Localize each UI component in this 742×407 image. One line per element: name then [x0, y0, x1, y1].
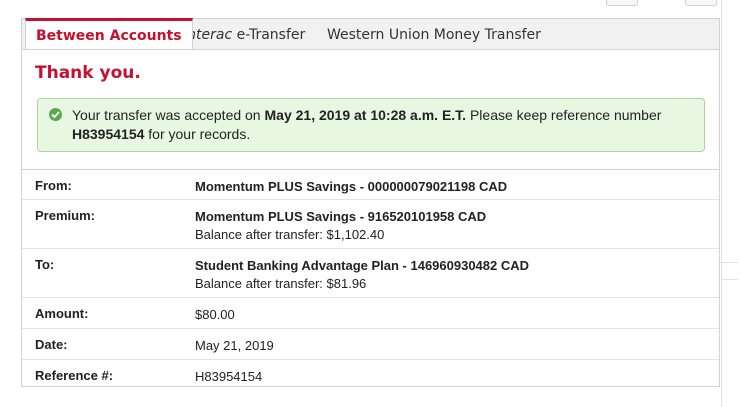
tab-between-accounts[interactable]: Between Accounts	[25, 18, 193, 49]
premium-account: Momentum PLUS Savings - 916520101958 CAD	[195, 209, 487, 224]
transfer-tabs: Between Accounts Interac e-Transfer West…	[22, 18, 719, 50]
detail-value: Momentum PLUS Savings - 000000079021198 …	[195, 178, 507, 196]
detail-label: From:	[35, 178, 72, 193]
premium-balance: Balance after transfer: $1,102.40	[195, 227, 385, 242]
side-panel-divider	[722, 262, 738, 280]
top-toolbar-button-2[interactable]	[685, 0, 717, 6]
transfer-details: From: Momentum PLUS Savings - 0000000790…	[22, 169, 719, 390]
detail-value: Momentum PLUS Savings - 916520101958 CAD…	[195, 208, 486, 244]
tab-western-union[interactable]: Western Union Money Transfer	[315, 19, 553, 49]
alert-text: for your records.	[144, 126, 251, 142]
alert-text: Please keep reference number	[466, 107, 662, 123]
alert-text: Your transfer was accepted on	[72, 107, 265, 123]
detail-row-amount: Amount: $80.00	[22, 298, 719, 329]
detail-label: To:	[35, 257, 55, 272]
detail-row-date: Date: May 21, 2019	[22, 329, 719, 360]
amount-value: $80.00	[195, 307, 235, 322]
tab-label: Between Accounts	[36, 28, 182, 44]
page-title: Thank you.	[35, 63, 141, 83]
alert-reference: H83954154	[72, 126, 145, 142]
top-toolbar-button-1[interactable]	[606, 0, 638, 6]
tab-label: e-Transfer	[232, 27, 306, 43]
from-account: Momentum PLUS Savings - 000000079021198 …	[195, 179, 508, 194]
alert-datetime: May 21, 2019 at 10:28 a.m. E.T.	[264, 107, 467, 123]
right-side-panel	[721, 0, 742, 407]
tab-label: Western Union Money Transfer	[327, 27, 541, 43]
detail-label: Date:	[35, 337, 68, 352]
to-account: Student Banking Advantage Plan - 1469609…	[195, 258, 530, 273]
detail-row-premium: Premium: Momentum PLUS Savings - 9165201…	[22, 200, 719, 249]
to-balance: Balance after transfer: $81.96	[195, 276, 367, 291]
detail-label: Amount:	[35, 306, 89, 321]
detail-row-to: To: Student Banking Advantage Plan - 146…	[22, 249, 719, 298]
detail-label: Reference #:	[35, 368, 114, 383]
check-circle-icon	[49, 108, 62, 121]
detail-label: Premium:	[35, 208, 95, 223]
detail-value: Student Banking Advantage Plan - 1469609…	[195, 257, 529, 293]
transfer-confirmation-panel: Between Accounts Interac e-Transfer West…	[21, 18, 720, 387]
detail-row-reference: Reference #: H83954154	[22, 360, 719, 390]
reference-value: H83954154	[195, 369, 263, 384]
tab-interac-e-transfer[interactable]: Interac e-Transfer	[171, 19, 317, 49]
success-alert: Your transfer was accepted on May 21, 20…	[37, 98, 705, 152]
detail-row-from: From: Momentum PLUS Savings - 0000000790…	[22, 170, 719, 200]
date-value: May 21, 2019	[195, 338, 274, 353]
